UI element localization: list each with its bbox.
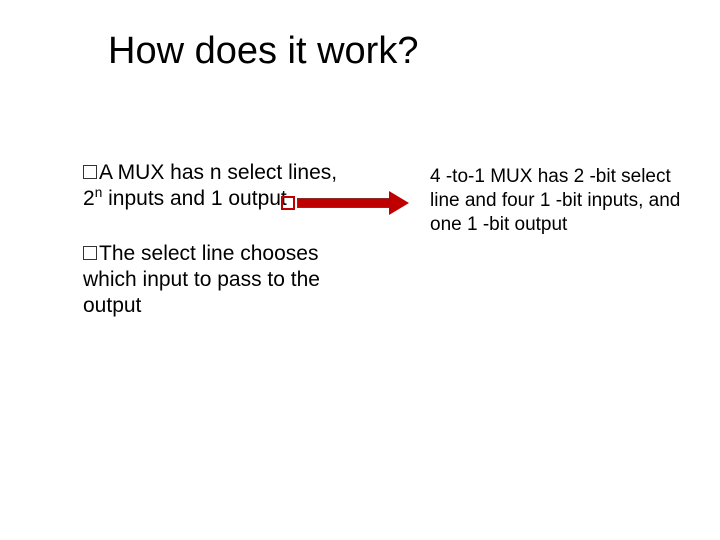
bullet-1-post: inputs and 1 output <box>102 187 286 210</box>
right-column: 4 -to-1 MUX has 2 -bit select line and f… <box>430 165 690 236</box>
bullet-square-icon <box>83 165 97 179</box>
arrow-shaft <box>297 198 392 208</box>
arrow-head <box>389 191 409 215</box>
left-column: A MUX has n select lines, 2n inputs and … <box>83 160 348 347</box>
right-text: 4 -to-1 MUX has 2 -bit select line and f… <box>430 165 690 236</box>
bullet-square-icon <box>83 246 97 260</box>
slide-title: How does it work? <box>108 30 418 73</box>
slide: How does it work? A MUX has n select lin… <box>0 0 720 540</box>
arrow-tail-box <box>281 196 295 210</box>
bullet-2: The select line chooses which input to p… <box>83 241 348 320</box>
bullet-2-text: The select line chooses which input to p… <box>83 242 320 318</box>
arrow-icon <box>281 193 411 213</box>
